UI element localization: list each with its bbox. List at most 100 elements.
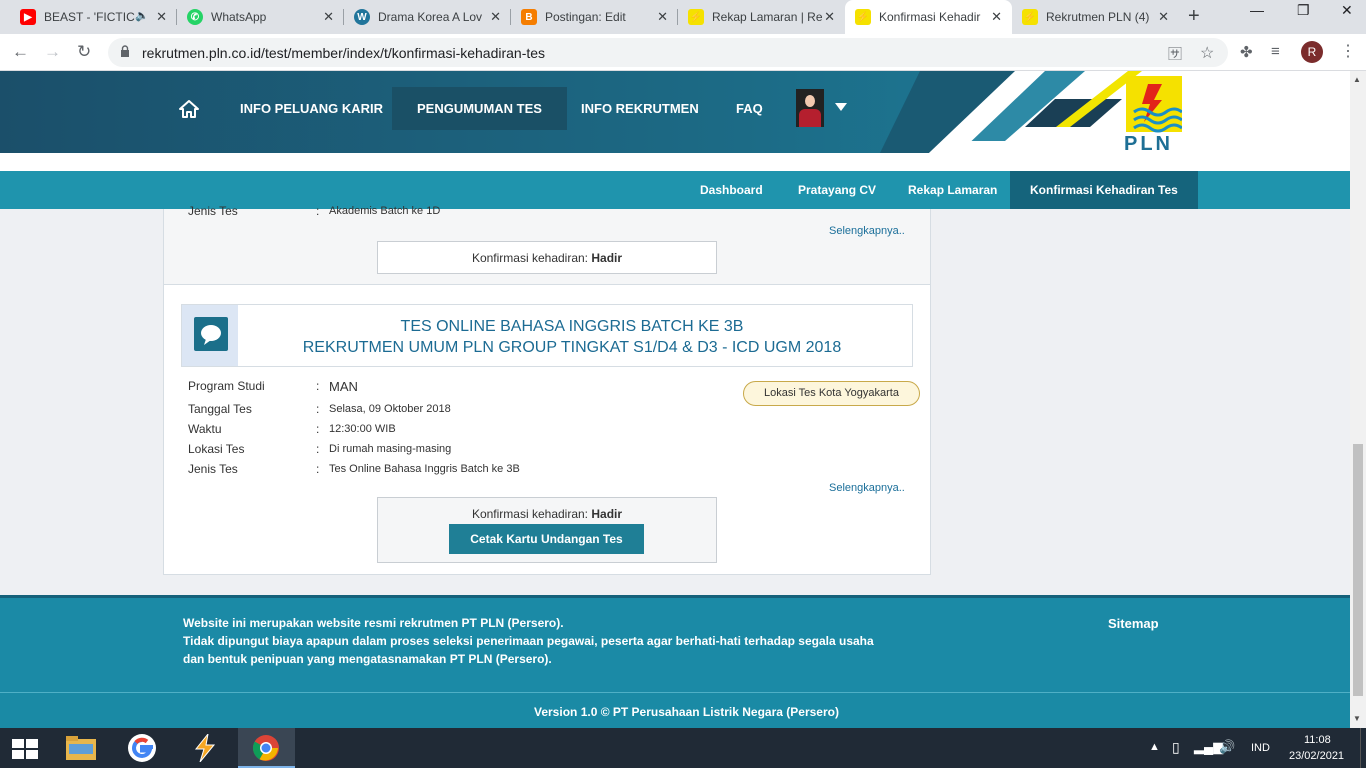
file-explorer-app[interactable] xyxy=(52,728,109,768)
volume-icon[interactable]: 🔊 xyxy=(1219,739,1235,755)
new-tab-button[interactable]: + xyxy=(1188,5,1200,28)
tab-rekrutmen-pln[interactable]: ⚡ Rekrutmen PLN (4) ✕ xyxy=(1012,0,1179,34)
tab-rekap-lamaran[interactable]: ⚡ Rekap Lamaran | Re ✕ xyxy=(678,0,845,34)
winamp-app[interactable] xyxy=(176,728,233,768)
field-value: Akademis Batch ke 1D xyxy=(329,205,441,217)
user-avatar[interactable] xyxy=(796,89,824,127)
battery-icon[interactable]: ▯ xyxy=(1172,739,1180,756)
scroll-down-arrow[interactable]: ▼ xyxy=(1353,714,1361,723)
bookmark-star-icon[interactable]: ☆ xyxy=(1200,43,1214,63)
scroll-up-arrow[interactable]: ▲ xyxy=(1353,75,1361,84)
subnav-pratayang-cv[interactable]: Pratayang CV xyxy=(778,171,896,209)
google-app[interactable] xyxy=(114,728,171,768)
extensions-icon[interactable]: ✤ xyxy=(1240,43,1253,61)
print-invitation-card-button[interactable]: Cetak Kartu Undangan Tes xyxy=(449,524,644,554)
field-label-jenis-tes: Jenis Tes xyxy=(188,462,238,476)
whatsapp-icon: ✆ xyxy=(187,9,203,25)
sitemap-link[interactable]: Sitemap xyxy=(1108,616,1159,631)
profile-avatar[interactable]: R xyxy=(1301,41,1323,63)
tab-title: Konfirmasi Kehadir xyxy=(879,10,981,24)
selengkapnya-link[interactable]: Selengkapnya.. xyxy=(829,482,905,494)
clock-date[interactable]: 23/02/2021 xyxy=(1289,750,1344,762)
site-footer: Website ini merupakan website resmi rekr… xyxy=(0,595,1350,728)
tab-title: Rekrutmen PLN (4) xyxy=(1046,10,1150,24)
field-value-jenis-tes: Tes Online Bahasa Inggris Batch ke 3B xyxy=(329,463,520,475)
windows-taskbar: ▲ ▯ ▂▄▆ 🔊 IND 11:08 23/02/2021 xyxy=(0,728,1366,768)
pln-icon: ⚡ xyxy=(1022,9,1038,25)
chevron-up-icon[interactable]: ▲ xyxy=(1149,741,1160,753)
close-icon[interactable]: ✕ xyxy=(991,9,1002,25)
tab-title: Postingan: Edit xyxy=(545,10,626,24)
subnav-konfirmasi-kehadiran-tes[interactable]: Konfirmasi Kehadiran Tes xyxy=(1010,171,1198,209)
test-title: TES ONLINE BAHASA INGGRIS BATCH KE 3B xyxy=(400,318,744,335)
lock-icon[interactable] xyxy=(120,45,130,58)
speaker-icon[interactable]: 🔈 xyxy=(135,9,149,22)
field-colon: : xyxy=(316,422,320,436)
lightning-icon xyxy=(194,734,216,762)
nav-info-peluang-karir[interactable]: INFO PELUANG KARIR xyxy=(215,87,408,130)
footer-text-line1: Website ini merupakan website resmi rekr… xyxy=(183,616,564,630)
url-text: rekrutmen.pln.co.id/test/member/index/t/… xyxy=(142,45,546,61)
nav-faq[interactable]: FAQ xyxy=(711,87,788,130)
close-icon[interactable]: ✕ xyxy=(156,9,167,25)
translate-icon[interactable]: 🈂 xyxy=(1168,44,1182,64)
menu-kebab-icon[interactable]: ⋮ xyxy=(1340,41,1356,61)
close-icon[interactable]: ✕ xyxy=(657,9,668,25)
clock-time[interactable]: 11:08 xyxy=(1304,734,1331,746)
windows-start-icon[interactable] xyxy=(12,739,38,759)
tab-konfirmasi-kehadiran[interactable]: ⚡ Konfirmasi Kehadir ✕ xyxy=(845,0,1012,34)
chevron-down-icon[interactable] xyxy=(835,103,847,111)
forward-button[interactable]: → xyxy=(44,42,61,62)
back-button[interactable]: ← xyxy=(12,42,29,62)
field-label-tanggal-tes: Tanggal Tes xyxy=(188,402,252,416)
tab-title: Drama Korea A Lov xyxy=(378,10,483,24)
test-title-box: TES ONLINE BAHASA INGGRIS BATCH KE 3B RE… xyxy=(181,304,913,367)
minimize-button[interactable]: — xyxy=(1250,2,1264,18)
media-control-icon[interactable]: ≡ xyxy=(1271,43,1280,60)
home-icon[interactable] xyxy=(178,99,200,119)
close-icon[interactable]: ✕ xyxy=(490,9,501,25)
field-value-tanggal-tes: Selasa, 09 Oktober 2018 xyxy=(329,403,451,415)
confirm-label: Konfirmasi kehadiran: xyxy=(471,507,589,521)
scrollbar-thumb[interactable] xyxy=(1353,444,1363,696)
confirm-status: Hadir xyxy=(591,507,623,521)
footer-text-line3: dan bentuk penipuan yang mengatasnamakan… xyxy=(183,652,552,666)
tab-blogger[interactable]: B Postingan: Edit ✕ xyxy=(511,0,678,34)
close-icon[interactable]: ✕ xyxy=(1158,9,1169,25)
field-value-lokasi-tes: Di rumah masing-masing xyxy=(329,443,452,455)
tab-youtube[interactable]: ▶ BEAST - 'FICTIC 🔈 ✕ xyxy=(10,0,177,34)
reload-button[interactable]: ↻ xyxy=(77,42,91,62)
blogger-icon: B xyxy=(521,9,537,25)
restore-button[interactable]: ❐ xyxy=(1297,2,1310,19)
pln-logo-text: PLN xyxy=(1124,133,1173,155)
close-window-button[interactable]: ✕ xyxy=(1341,2,1353,19)
attendance-confirmation: Konfirmasi kehadiran: Hadir Cetak Kartu … xyxy=(377,497,717,563)
language-indicator[interactable]: IND xyxy=(1251,742,1270,754)
google-g-icon xyxy=(128,734,156,762)
tab-title: WhatsApp xyxy=(211,10,267,24)
attendance-confirmation: Konfirmasi kehadiran: Hadir xyxy=(377,241,717,274)
tab-bar: ▶ BEAST - 'FICTIC 🔈 ✕ ✆ WhatsApp ✕ W Dra… xyxy=(0,0,1366,34)
selengkapnya-link[interactable]: Selengkapnya.. xyxy=(829,225,905,237)
nav-pengumuman-tes[interactable]: PENGUMUMAN TES xyxy=(392,87,567,130)
version-text: Version 1.0 © PT Perusahaan Listrik Nega… xyxy=(534,705,839,719)
title-icon-box xyxy=(182,305,238,366)
field-value-waktu: 12:30:00 WIB xyxy=(329,423,396,435)
close-icon[interactable]: ✕ xyxy=(824,9,835,25)
youtube-icon: ▶ xyxy=(20,9,36,25)
show-desktop-button[interactable] xyxy=(1360,728,1366,768)
pln-icon: ⚡ xyxy=(688,9,704,25)
subnav-rekap-lamaran[interactable]: Rekap Lamaran xyxy=(888,171,1017,209)
tab-whatsapp[interactable]: ✆ WhatsApp ✕ xyxy=(177,0,344,34)
field-colon: : xyxy=(316,402,320,416)
chrome-app[interactable] xyxy=(238,728,295,768)
tab-wordpress[interactable]: W Drama Korea A Lov ✕ xyxy=(344,0,511,34)
field-label-waktu: Waktu xyxy=(188,422,222,436)
close-icon[interactable]: ✕ xyxy=(323,9,334,25)
address-bar[interactable]: rekrutmen.pln.co.id/test/member/index/t/… xyxy=(108,38,1228,67)
test-card: Jenis Tes : Akademis Batch ke 1D Selengk… xyxy=(164,204,930,285)
web-page: INFO PELUANG KARIR PENGUMUMAN TES INFO R… xyxy=(0,71,1350,728)
nav-info-rekrutmen[interactable]: INFO REKRUTMEN xyxy=(556,87,724,130)
confirm-label: Konfirmasi kehadiran: xyxy=(471,251,589,265)
subnav-dashboard[interactable]: Dashboard xyxy=(680,171,783,209)
